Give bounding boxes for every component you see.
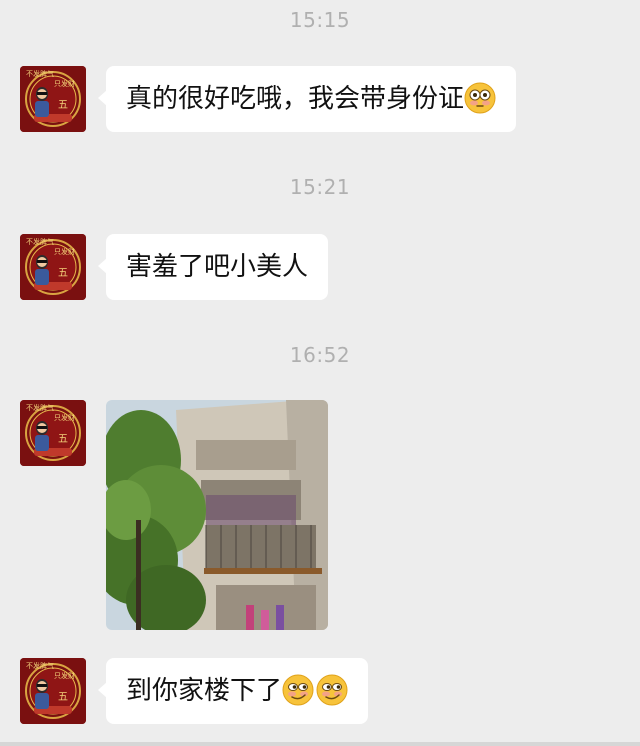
message-text: 到你家楼下了 <box>126 676 283 706</box>
sender-avatar[interactable] <box>20 66 86 132</box>
timestamp: 16:52 <box>289 343 351 367</box>
avatar-image <box>20 400 86 466</box>
message-text: 害羞了吧小美人 <box>126 252 309 282</box>
sender-avatar[interactable] <box>20 658 86 724</box>
message-bubble[interactable]: 害羞了吧小美人 <box>97 234 329 300</box>
smirking-face-emoji-icon <box>282 674 314 706</box>
timestamp: 15:15 <box>289 8 351 32</box>
sender-avatar[interactable] <box>20 234 86 300</box>
message-bubble[interactable]: 到你家楼下了 <box>97 658 369 724</box>
bottom-divider <box>0 742 640 746</box>
message-bubble[interactable]: 真的很好吃哦，我会带身份证 <box>97 66 517 132</box>
flushed-face-emoji-icon <box>464 82 496 114</box>
avatar-image <box>20 658 86 724</box>
timestamp: 15:21 <box>289 175 351 199</box>
smirking-face-emoji-icon <box>316 674 348 706</box>
apartment-building-photo <box>106 400 328 630</box>
avatar-image <box>20 234 86 300</box>
avatar-image <box>20 66 86 132</box>
image-message[interactable] <box>106 400 328 630</box>
message-text: 真的很好吃哦，我会带身份证 <box>126 84 465 114</box>
sender-avatar[interactable] <box>20 400 86 466</box>
